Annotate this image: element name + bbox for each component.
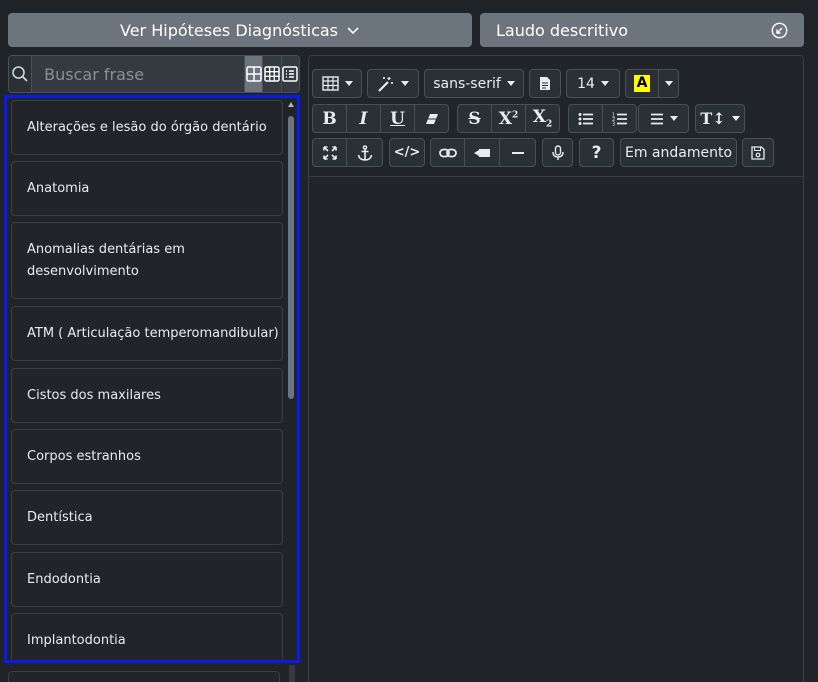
caret-down-icon	[600, 81, 609, 86]
italic-button[interactable]: I	[346, 104, 381, 133]
bold-button[interactable]: B	[312, 104, 347, 133]
subscript-icon: X2	[532, 107, 553, 130]
font-family-select[interactable]: sans-serif	[424, 69, 524, 98]
fullscreen-button[interactable]	[312, 138, 347, 167]
caret-down-icon	[669, 116, 678, 121]
laudo-descritivo-button[interactable]: Laudo descritivo	[480, 13, 804, 47]
magic-wand-icon	[378, 76, 393, 92]
list-item[interactable]: Dentística	[11, 490, 283, 545]
list-item[interactable]: Corpos estranhos	[11, 429, 283, 484]
bold-icon: B	[322, 108, 337, 129]
grid-small-icon	[264, 66, 280, 82]
code-icon: </>	[393, 145, 421, 160]
text-height-icon: T↕	[700, 109, 726, 128]
color-dropdown-button[interactable]	[658, 69, 679, 98]
ver-hipoteses-label: Ver Hipóteses Diagnósticas	[120, 20, 338, 40]
anchor-button[interactable]	[346, 138, 383, 167]
search-input[interactable]	[32, 56, 245, 92]
scrollbar-thumb[interactable]	[288, 116, 294, 399]
save-icon	[751, 145, 765, 160]
laudo-descritivo-label: Laudo descritivo	[496, 20, 629, 40]
unordered-list-button[interactable]	[568, 104, 603, 133]
list-item[interactable]: Alterações e lesão do órgão dentário	[11, 100, 283, 155]
horizontal-rule-button[interactable]	[499, 138, 536, 167]
subscript-button[interactable]: X2	[525, 104, 560, 133]
search-icon[interactable]	[9, 56, 33, 92]
editor-content-area[interactable]	[309, 177, 803, 682]
list-item[interactable]: Anomalias dentárias em desenvolvimento	[11, 222, 283, 299]
text-editor: sans-serif 14 A B I U S X2 X2 123 T↕ </>…	[308, 55, 804, 682]
table-button[interactable]	[312, 69, 362, 98]
save-button[interactable]	[742, 138, 774, 167]
microphone-icon	[551, 144, 564, 160]
strikethrough-button[interactable]: S	[457, 104, 492, 133]
link-button[interactable]	[430, 138, 465, 167]
help-icon: ?	[591, 142, 602, 163]
caret-down-icon	[664, 81, 673, 86]
arrow-circle-icon	[771, 22, 788, 38]
svg-text:3: 3	[612, 121, 615, 126]
chevron-down-icon	[347, 27, 359, 35]
microphone-button[interactable]	[542, 138, 573, 167]
strikethrough-icon: S	[468, 108, 481, 129]
superscript-button[interactable]: X2	[491, 104, 526, 133]
link-icon	[438, 148, 457, 157]
table-icon	[321, 76, 339, 91]
scroll-up-arrow-icon[interactable]	[288, 102, 294, 107]
list-item[interactable]: Endodontia	[11, 552, 283, 607]
align-button[interactable]	[638, 104, 689, 133]
anchor-icon	[357, 144, 372, 161]
eraser-icon	[425, 113, 438, 124]
code-view-button[interactable]: </>	[389, 138, 425, 167]
editor-toolbar: sans-serif 14 A B I U S X2 X2 123 T↕ </>…	[309, 56, 803, 177]
underline-button[interactable]: U	[380, 104, 415, 133]
caret-down-icon	[401, 81, 409, 86]
list-item-next[interactable]	[8, 671, 280, 682]
list-item[interactable]: ATM ( Articulação temperomandibular)	[11, 306, 283, 361]
underline-icon: U	[390, 108, 405, 129]
italic-icon: I	[359, 108, 368, 129]
magic-style-button[interactable]	[367, 69, 419, 98]
superscript-icon: X2	[498, 108, 519, 129]
highlight-color-button[interactable]: A	[625, 69, 659, 98]
bullet-list-icon	[578, 112, 593, 125]
file-icon	[540, 77, 550, 90]
ver-hipoteses-button[interactable]: Ver Hipóteses Diagnósticas	[8, 13, 472, 47]
list-view-button[interactable]	[280, 56, 299, 92]
list-item[interactable]: Anatomia	[11, 161, 283, 216]
font-size-select[interactable]: 14	[566, 69, 620, 98]
list-view-icon	[282, 66, 299, 82]
phrase-list-panel: Alterações e lesão do órgão dentário Ana…	[4, 95, 300, 663]
line-height-button[interactable]: T↕	[695, 104, 745, 133]
status-button[interactable]: Em andamento	[620, 138, 737, 167]
grid-small-view-button[interactable]	[262, 56, 281, 92]
list-item[interactable]: Cistos dos maxilares	[11, 368, 283, 423]
ordered-list-button[interactable]: 123	[602, 104, 637, 133]
expand-icon	[322, 145, 337, 160]
numbered-list-icon: 123	[612, 112, 627, 126]
video-icon	[474, 148, 490, 157]
video-button[interactable]	[464, 138, 500, 167]
caret-down-icon	[506, 81, 515, 86]
grid-large-view-button[interactable]	[244, 56, 263, 92]
highlight-a-icon: A	[633, 75, 651, 92]
grid-large-icon	[246, 66, 262, 82]
scrollbar-track-lower	[289, 665, 295, 682]
minus-icon	[511, 151, 524, 154]
document-button[interactable]	[529, 69, 561, 98]
list-scrollbar[interactable]	[287, 98, 295, 660]
caret-down-icon	[731, 116, 740, 121]
search-bar	[8, 55, 300, 93]
align-left-icon	[650, 113, 663, 124]
eraser-button[interactable]	[414, 104, 449, 133]
list-item[interactable]: Implantodontia	[11, 613, 283, 660]
caret-down-icon	[344, 81, 353, 86]
help-button[interactable]: ?	[579, 138, 614, 167]
